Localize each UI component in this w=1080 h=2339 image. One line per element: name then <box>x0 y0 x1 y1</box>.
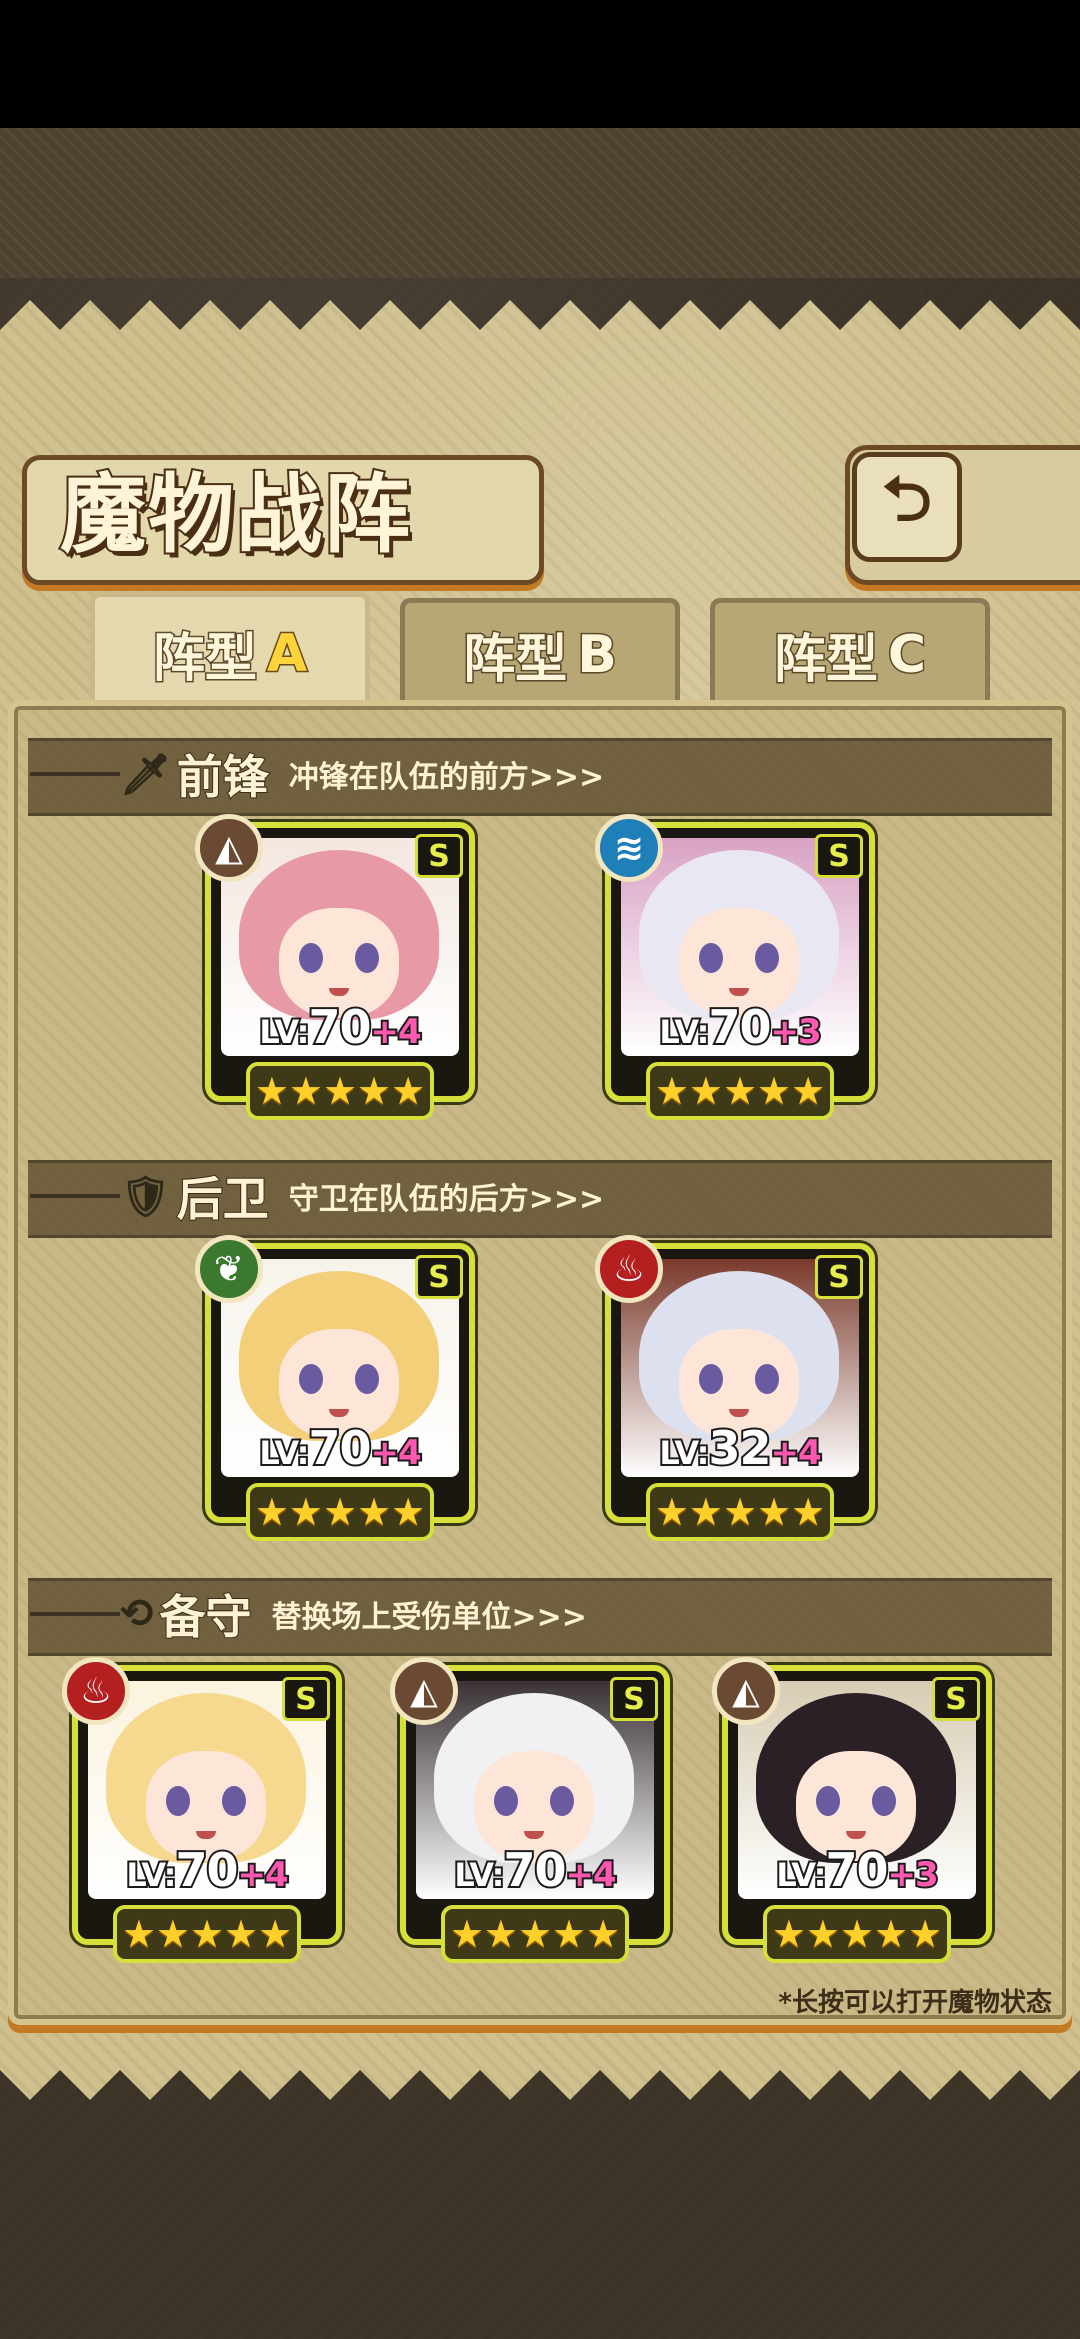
level-prefix: LV: <box>774 1854 828 1896</box>
star-rating: ★★★★★ <box>246 1483 434 1541</box>
level-value: 70 <box>501 1841 568 1899</box>
tab-formation-c[interactable]: 阵型 C <box>710 598 990 706</box>
level-value: 70 <box>306 998 373 1056</box>
return-arrow-icon: ⮌ <box>882 461 932 535</box>
tab-formation-a[interactable]: 阵型 A <box>90 592 370 710</box>
star-rating: ★★★★★ <box>763 1905 951 1963</box>
map-header-strip <box>0 128 1080 278</box>
section-description: 冲锋在队伍的前方>>> <box>288 760 605 795</box>
rank-badge: S <box>282 1677 330 1721</box>
tab-label: 阵型 <box>151 628 258 691</box>
rank-badge: S <box>415 834 463 878</box>
divider <box>30 1194 120 1198</box>
water-element-icon: ≋ <box>595 814 663 882</box>
level-prefix: LV: <box>657 1432 711 1474</box>
tab-letter: A <box>265 622 308 685</box>
section-title: 前锋 <box>176 749 270 805</box>
level-label: LV:70+3 <box>611 998 869 1056</box>
level-label: LV:70+4 <box>211 998 469 1056</box>
monster-card[interactable]: S ◭ LV:70+4 ★★★★★ <box>195 814 475 1120</box>
monster-card[interactable]: S ♨ LV:70+4 ★★★★★ <box>62 1657 342 1963</box>
tab-letter: C <box>886 623 927 686</box>
level-value: 70 <box>306 1419 373 1477</box>
tab-formation-b[interactable]: 阵型 B <box>400 598 680 706</box>
monster-card[interactable]: S ◭ LV:70+3 ★★★★★ <box>712 1657 992 1963</box>
section-header-reserve: ⟲ 备守 替换场上受伤单位>>> <box>120 1578 587 1650</box>
level-prefix: LV: <box>452 1854 506 1896</box>
enhance-value: +3 <box>768 1010 823 1054</box>
fire-element-icon: ♨ <box>595 1235 663 1303</box>
tab-label: 阵型 <box>462 629 569 692</box>
enhance-value: +4 <box>563 1853 618 1897</box>
star-rating: ★★★★★ <box>113 1905 301 1963</box>
sword-icon: 🗡 <box>120 751 171 798</box>
level-value: 70 <box>706 998 773 1056</box>
rank-badge: S <box>610 1677 658 1721</box>
tab-letter: B <box>576 623 619 686</box>
level-prefix: LV: <box>257 1011 311 1053</box>
rank-badge: S <box>815 834 863 878</box>
level-prefix: LV: <box>124 1854 178 1896</box>
divider <box>30 1612 120 1616</box>
shield-icon: 🛡 <box>120 1173 171 1220</box>
earth-element-icon: ◭ <box>195 814 263 882</box>
monster-card[interactable]: S ≋ LV:70+3 ★★★★★ <box>595 814 875 1120</box>
fire-element-icon: ♨ <box>62 1657 130 1725</box>
enhance-value: +4 <box>368 1010 423 1054</box>
back-button[interactable]: ⮌ <box>852 452 962 562</box>
tab-label: 阵型 <box>772 629 879 692</box>
enhance-value: +3 <box>885 1853 940 1897</box>
enhance-value: +4 <box>235 1853 290 1897</box>
divider <box>30 772 120 776</box>
level-value: 32 <box>706 1419 773 1477</box>
monster-card[interactable]: S ♨ LV:32+4 ★★★★★ <box>595 1235 875 1541</box>
section-description: 守卫在队伍的后方>>> <box>288 1182 605 1217</box>
level-label: LV:70+3 <box>728 1841 986 1899</box>
rank-badge: S <box>815 1255 863 1299</box>
level-label: LV:32+4 <box>611 1419 869 1477</box>
rank-badge: S <box>932 1677 980 1721</box>
swap-icon: ⟲ <box>120 1591 154 1637</box>
section-header-vanguard: 🗡 前锋 冲锋在队伍的前方>>> <box>120 738 604 810</box>
monster-card[interactable]: S ◭ LV:70+4 ★★★★★ <box>390 1657 670 1963</box>
earth-element-icon: ◭ <box>390 1657 458 1725</box>
footnote-hint: *长按可以打开魔物状态 <box>778 1988 1052 2018</box>
star-rating: ★★★★★ <box>646 1483 834 1541</box>
section-title: 备守 <box>159 1589 253 1645</box>
level-label: LV:70+4 <box>406 1841 664 1899</box>
enhance-value: +4 <box>368 1431 423 1475</box>
section-header-rearguard: 🛡 后卫 守卫在队伍的后方>>> <box>120 1160 604 1232</box>
level-prefix: LV: <box>657 1011 711 1053</box>
earth-element-icon: ◭ <box>712 1657 780 1725</box>
star-rating: ★★★★★ <box>441 1905 629 1963</box>
section-title: 后卫 <box>176 1171 270 1227</box>
section-description: 替换场上受伤单位>>> <box>271 1600 587 1635</box>
level-value: 70 <box>823 1841 890 1899</box>
star-rating: ★★★★★ <box>646 1062 834 1120</box>
level-value: 70 <box>173 1841 240 1899</box>
star-rating: ★★★★★ <box>246 1062 434 1120</box>
enhance-value: +4 <box>768 1431 823 1475</box>
level-label: LV:70+4 <box>211 1419 469 1477</box>
level-prefix: LV: <box>257 1432 311 1474</box>
wind-element-icon: ❦ <box>195 1235 263 1303</box>
monster-card[interactable]: S ❦ LV:70+4 ★★★★★ <box>195 1235 475 1541</box>
rank-badge: S <box>415 1255 463 1299</box>
level-label: LV:70+4 <box>78 1841 336 1899</box>
page-title: 魔物战阵 <box>58 462 412 567</box>
